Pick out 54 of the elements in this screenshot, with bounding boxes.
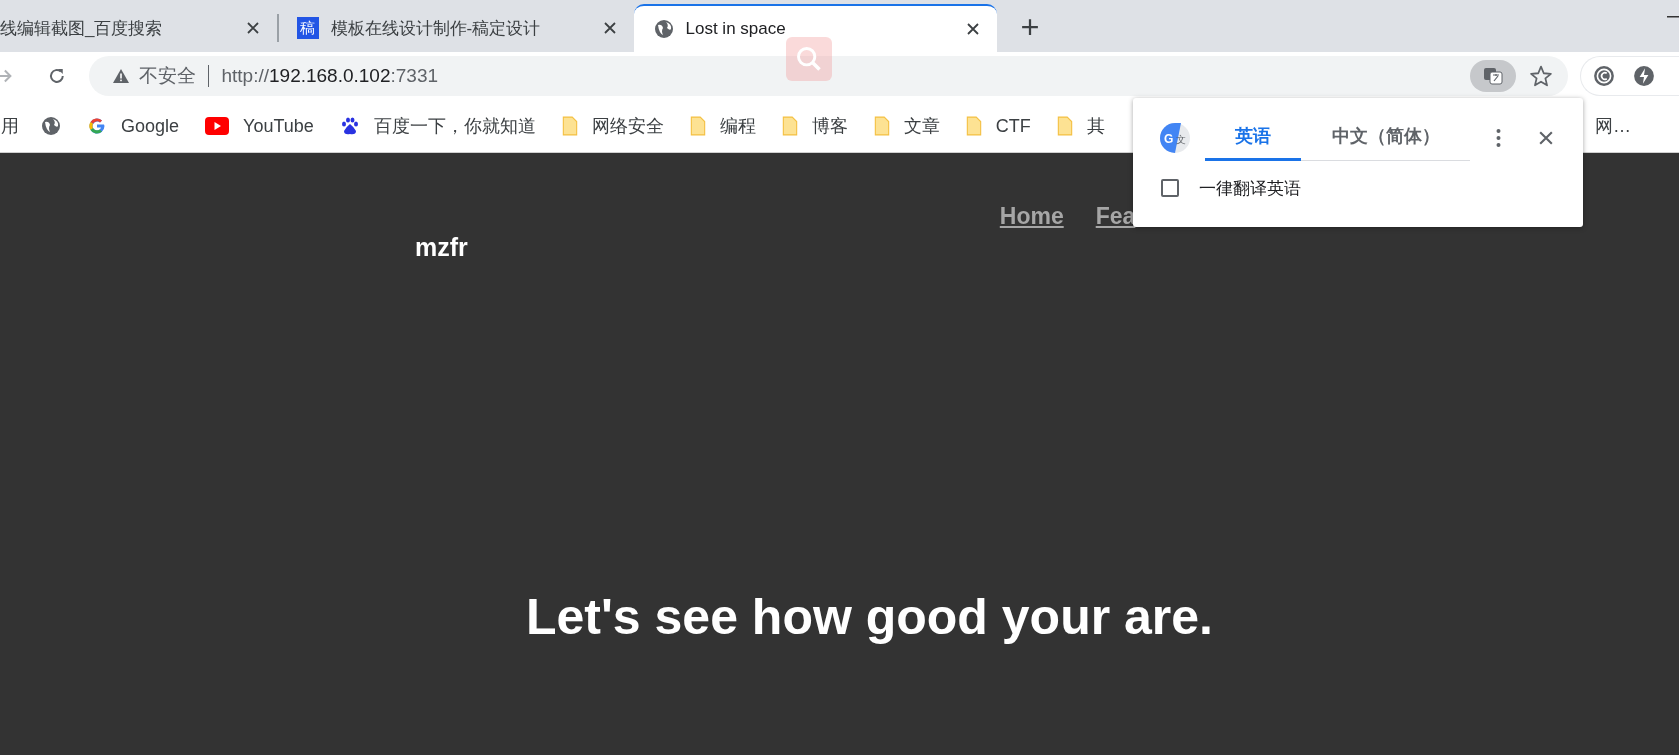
bookmark-label[interactable]: YouTube — [243, 115, 314, 137]
bookmark-label[interactable]: 文章 — [903, 114, 940, 138]
close-icon[interactable] — [966, 23, 979, 35]
close-icon[interactable] — [1539, 131, 1553, 146]
more-options-icon[interactable] — [1496, 129, 1501, 148]
translate-button[interactable] — [1470, 60, 1517, 92]
tab-favicon: 稿 — [296, 17, 319, 39]
new-tab-icon[interactable] — [1020, 18, 1039, 36]
globe-icon — [653, 19, 674, 39]
folder-icon — [781, 116, 798, 136]
bookmark-label[interactable]: CTF — [995, 115, 1031, 137]
tab-title: Lost in space — [685, 19, 787, 39]
folder-icon — [873, 116, 890, 136]
folder-icon — [1056, 116, 1073, 136]
language-tab[interactable]: 英语 — [1205, 116, 1301, 161]
tab-title: 模板在线设计制作-稿定设计 — [330, 17, 542, 40]
checkbox-label: 一律翻译英语 — [1199, 177, 1301, 200]
copyright-icon[interactable] — [1593, 65, 1616, 87]
warning-icon — [113, 69, 130, 83]
globe-icon — [41, 116, 61, 136]
tab-title: 线编辑截图_百度搜索 — [0, 17, 164, 40]
folder-icon — [689, 116, 706, 136]
reload-icon[interactable] — [47, 67, 66, 85]
bookmark-label[interactable]: 编程 — [719, 114, 756, 138]
nav-link[interactable]: Home — [999, 203, 1064, 230]
nav-link[interactable]: Fea — [1095, 203, 1136, 230]
browser-tab[interactable]: 稿 模板在线设计制作-稿定设计 — [278, 4, 634, 52]
play-icon — [205, 117, 230, 135]
paw-icon — [339, 116, 360, 136]
bookmark-label[interactable]: 博客 — [811, 114, 848, 138]
language-tab[interactable]: 中文（简体） — [1301, 116, 1470, 160]
close-icon[interactable] — [603, 22, 616, 34]
bookmark-label[interactable]: 用 — [1, 114, 19, 138]
site-logo-text[interactable]: mzfr — [415, 233, 468, 262]
bookmark-label[interactable]: 网… — [1595, 114, 1631, 138]
folder-icon — [965, 116, 982, 136]
bookmark-label[interactable]: 其 — [1086, 114, 1105, 138]
close-icon[interactable] — [247, 22, 259, 34]
lightning-icon[interactable] — [1633, 65, 1656, 87]
bookmark-label[interactable]: 网络安全 — [591, 114, 664, 138]
google-icon — [87, 116, 107, 136]
bookmark-star-icon[interactable] — [1530, 65, 1553, 87]
translate-icon — [1483, 66, 1504, 86]
folder-icon — [561, 116, 578, 136]
security-label: 不安全 — [139, 64, 197, 88]
headline: Let's see how good your are. — [524, 588, 1214, 646]
browser-tab[interactable]: 线编辑截图_百度搜索 — [0, 4, 277, 52]
checkbox[interactable] — [1161, 179, 1179, 197]
bookmark-label[interactable]: Google — [121, 115, 180, 137]
bookmark-label[interactable]: 百度一下，你就知道 — [373, 114, 536, 138]
address-bar[interactable]: 不安全 http://192.168.0.102:7331 — [89, 56, 1569, 96]
url-text: http://192.168.0.102:7331 — [221, 65, 439, 87]
browser-tab[interactable]: Lost in space — [633, 4, 997, 52]
minimize-icon[interactable] — [1667, 16, 1679, 18]
